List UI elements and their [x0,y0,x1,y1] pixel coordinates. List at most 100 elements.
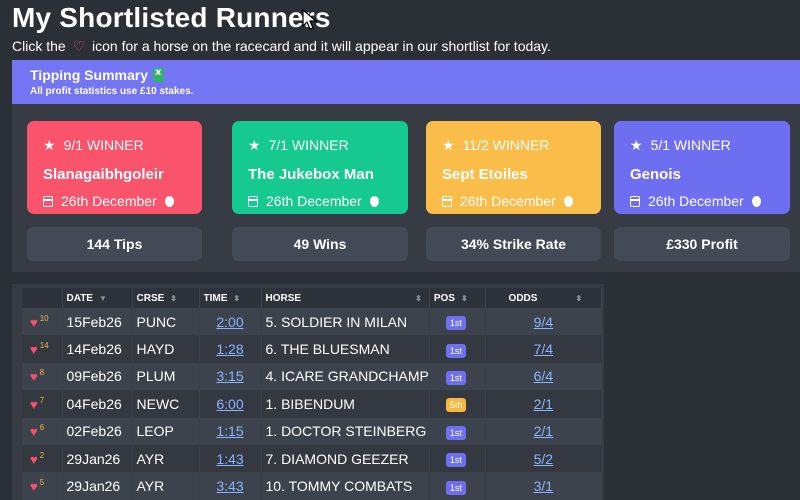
course-cell: AYR [132,444,200,473]
stakes-note: All profit statistics use £10 stakes. [30,86,194,97]
tipping-summary-panel: Tipping Summary All profit statistics us… [12,60,800,272]
table-row[interactable]: ♥ 5 29Jan26 AYR 3:43 10. TOMMY COMBATS 1st 3/1 [22,472,602,500]
table-row[interactable]: ♥ 2 29Jan26 AYR 1:43 7. DIAMOND GEEZER 1st 5/2 [22,444,602,473]
heart-filled-icon[interactable]: ♥ [30,315,38,330]
calendar-icon [442,196,452,207]
page-subtitle: Click the ♡ icon for a horse on the race… [12,38,551,55]
time-cell: 3:43 [199,472,262,500]
sort-icon[interactable]: ⬍ [170,294,177,303]
position-cell: 1st [429,335,486,363]
column-header-odds-label: ODDS [508,292,538,304]
sort-desc-icon[interactable]: ▼ [99,294,107,303]
heart-filled-icon[interactable]: ♥ [30,452,38,467]
heart-filled-icon[interactable]: ♥ [30,397,38,412]
time-cell: 3:15 [199,362,262,391]
position-cell: 1st [429,308,486,336]
heart-filled-icon[interactable]: ♥ [30,424,38,439]
odds-link[interactable]: 7/4 [534,341,553,357]
favourite-cell[interactable]: ♥ 14 [22,335,63,363]
shortlist-count: 5 [39,478,45,488]
sort-icon[interactable]: ⬍ [461,294,468,303]
horse-cell: 1. DOCTOR STEINBERG [261,417,430,445]
heart-icon: ♡ [72,38,86,54]
tipping-summary-header: Tipping Summary All profit statistics us… [12,60,800,104]
race-time-link[interactable]: 1:28 [216,341,243,357]
table-row[interactable]: ♥ 8 09Feb26 PLUM 3:15 4. ICARE GRANDCHAMP 1st 6… [22,362,602,391]
column-header-course[interactable]: CRSE ⬍ [132,288,200,308]
table-row[interactable]: ♥ 7 04Feb26 NEWC 6:00 1. BIBENDUM 5th 2/1 [22,390,602,418]
course-cell: LEOP [132,417,200,445]
horse-cell: 7. DIAMOND GEEZER [261,444,430,473]
winner-card[interactable]: ★ 11/2 WINNER Sept Etoiles 26th December [426,121,601,214]
date-cell: 02Feb26 [62,417,133,445]
winner-card[interactable]: ★ 9/1 WINNER Slanagaibhgoleir 26th Decemb… [27,121,202,214]
tipping-summary-title-text: Tipping Summary [30,67,148,83]
odds-cell: 5/2 [485,444,602,473]
position-cell: 1st [429,444,486,473]
sort-icon[interactable]: ⬍ [233,294,240,303]
winner-card[interactable]: ★ 7/1 WINNER The Jukebox Man 26th Decembe… [232,121,408,214]
heart-filled-icon[interactable]: ♥ [30,342,38,357]
position-badge: 1st [445,425,466,440]
position-cell: 1st [429,362,486,391]
column-header-time[interactable]: TIME ⬍ [199,288,262,308]
odds-link[interactable]: 2/1 [534,423,553,439]
favourite-cell[interactable]: ♥ 8 [22,362,63,391]
winner-date-text: 26th December [648,193,744,209]
race-time-link[interactable]: 3:15 [216,368,243,384]
sort-icon[interactable]: ⬍ [415,294,422,303]
column-header-pos[interactable]: POS ⬍ [429,288,486,308]
favourite-cell[interactable]: ♥ 5 [22,472,63,500]
odds-link[interactable]: 5/2 [534,451,553,467]
position-cell: 5th [429,390,486,418]
odds-link[interactable]: 6/4 [534,368,553,384]
favourite-cell[interactable]: ♥ 2 [22,444,63,473]
star-icon: ★ [442,137,455,153]
odds-cell: 2/1 [485,417,602,445]
favourite-cell[interactable]: ♥ 6 [22,417,63,445]
heart-filled-icon[interactable]: ♥ [30,369,38,384]
time-cell: 1:28 [199,335,262,363]
race-time-link[interactable]: 3:43 [216,478,243,494]
table-row[interactable]: ♥ 10 15Feb26 PUNC 2:00 5. SOLDIER IN MILAN 1st… [22,308,602,336]
column-header-horse-label: HORSE [265,292,302,304]
date-cell: 04Feb26 [62,390,133,418]
heart-filled-icon[interactable]: ♥ [30,479,38,494]
odds-link[interactable]: 3/1 [534,478,553,494]
column-header-favourite [22,288,63,308]
calendar-icon [248,196,258,207]
table-row[interactable]: ♥ 6 02Feb26 LEOP 1:15 1. DOCTOR STEINBERG 1st 2… [22,417,602,445]
column-header-odds[interactable]: ODDS ⬍ [485,288,602,308]
race-time-link[interactable]: 2:00 [216,314,243,330]
winner-odds: ★ 9/1 WINNER [43,137,144,154]
winner-horse-name: Genois [630,166,681,183]
horse-cell: 5. SOLDIER IN MILAN [261,308,430,336]
race-time-link[interactable]: 1:43 [216,451,243,467]
winner-card[interactable]: ★ 5/1 WINNER Genois 26th December [614,121,790,214]
odds-link[interactable]: 2/1 [534,396,553,412]
date-cell: 14Feb26 [62,335,133,363]
table-row[interactable]: ♥ 14 14Feb26 HAYD 1:28 6. THE BLUESMAN 1st 7/4 [22,335,602,363]
winner-date: 26th December [43,193,174,209]
winner-horse-name: Sept Etoiles [442,166,528,183]
column-header-date[interactable]: DATE ▼ [62,288,133,308]
star-icon: ★ [630,137,643,153]
position-cell: 1st [429,472,486,500]
favourite-cell[interactable]: ♥ 10 [22,308,63,336]
column-header-horse[interactable]: HORSE ⬍ [261,288,430,308]
position-badge: 1st [445,316,466,331]
favourite-cell[interactable]: ♥ 7 [22,390,63,418]
race-time-link[interactable]: 6:00 [216,396,243,412]
winner-odds-label: 7/1 WINNER [268,137,349,153]
odds-link[interactable]: 9/4 [534,314,553,330]
excel-export-icon[interactable] [152,67,164,82]
race-time-link[interactable]: 1:15 [216,423,243,439]
date-cell: 29Jan26 [62,472,133,500]
shortlist-table: DATE ▼ CRSE ⬍ TIME ⬍ HORSE ⬍ POS ⬍ ODDS ⬍ ♥ 10 1… [22,288,602,500]
position-badge: 1st [445,480,466,495]
column-header-pos-label: POS [433,292,455,304]
sort-icon[interactable]: ⬍ [575,294,582,303]
position-badge: 1st [445,453,466,468]
shortlist-count: 2 [39,450,45,460]
column-header-date-label: DATE [66,292,93,304]
